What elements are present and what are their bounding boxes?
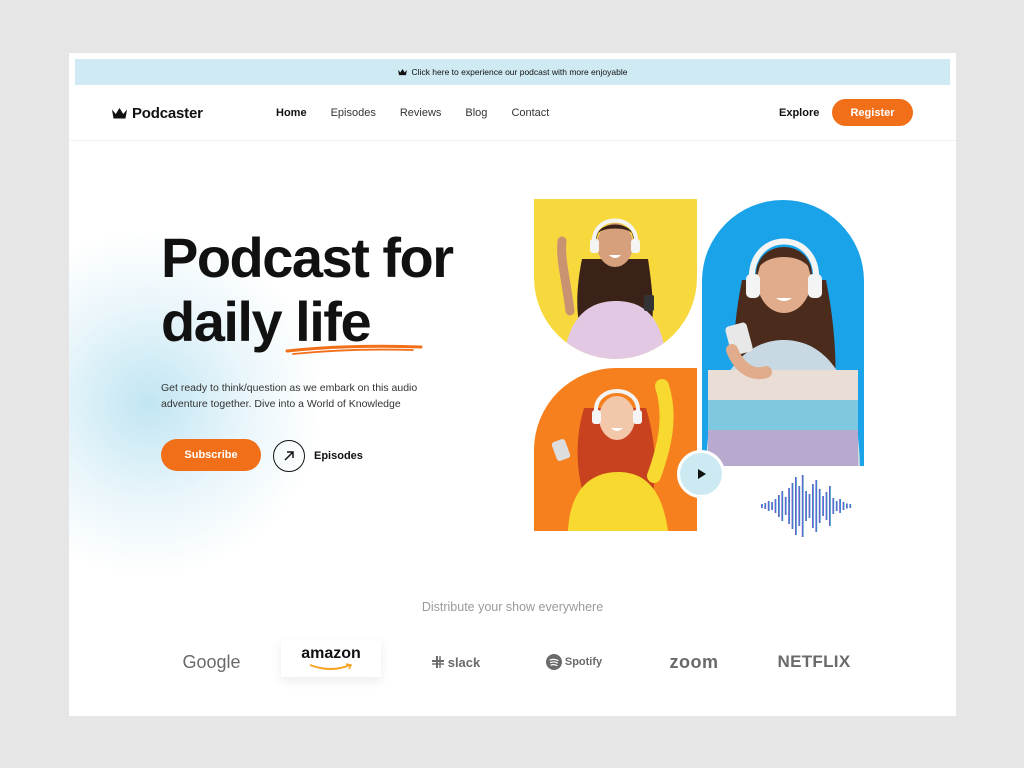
waveform-bar bbox=[818, 489, 821, 523]
waveform-bar bbox=[801, 475, 804, 537]
slack-icon bbox=[431, 656, 444, 668]
netflix-logo: NETFLIX bbox=[777, 652, 851, 671]
waveform-bar bbox=[829, 486, 831, 526]
waveform-bar bbox=[767, 501, 770, 511]
waveform-bar bbox=[805, 491, 807, 521]
headline-word-daily: daily bbox=[161, 290, 296, 353]
spotify-logo: Spotify bbox=[539, 647, 609, 677]
waveform-bar bbox=[784, 497, 787, 515]
waveform-bar bbox=[781, 491, 784, 521]
nav-item-blog[interactable]: Blog bbox=[465, 107, 487, 119]
arrow-up-right-icon bbox=[273, 440, 305, 472]
waveform-bar bbox=[849, 504, 852, 508]
distribute-title: Distribute your show everywhere bbox=[421, 600, 604, 614]
waveform-bar bbox=[822, 496, 824, 516]
waveform-bar bbox=[815, 480, 818, 532]
headline-line-1: Podcast for bbox=[161, 226, 454, 289]
podcast-listener-image-3 bbox=[702, 200, 864, 466]
announcement-bar[interactable]: Click here to experience our podcast wit… bbox=[75, 59, 950, 85]
slack-logo: slack bbox=[421, 647, 491, 677]
waveform-bar bbox=[774, 499, 777, 513]
waveform-bar bbox=[835, 501, 838, 511]
register-button[interactable]: Register bbox=[832, 99, 913, 126]
waveform-bar bbox=[771, 502, 773, 510]
hero-headline: Podcast for daily life bbox=[161, 226, 454, 354]
partner-logos: Google amazon slack Spotify zoom NETFLIX bbox=[69, 636, 956, 686]
slack-logo-text: slack bbox=[447, 654, 481, 670]
nav-item-episodes[interactable]: Episodes bbox=[331, 107, 376, 119]
nav-item-reviews[interactable]: Reviews bbox=[400, 107, 442, 119]
waveform-bar bbox=[832, 498, 835, 514]
hero-description: Get ready to think/question as we embark… bbox=[161, 382, 418, 410]
amazon-logo: amazon bbox=[281, 639, 381, 677]
waveform-bar bbox=[795, 477, 797, 535]
waveform-bar bbox=[798, 486, 801, 526]
spotify-logo-text: Spotify bbox=[564, 656, 603, 668]
waveform-bar bbox=[808, 494, 811, 518]
amazon-smile-icon bbox=[309, 663, 353, 670]
nav-item-home[interactable]: Home bbox=[276, 107, 307, 119]
waveform-bar bbox=[778, 495, 780, 517]
episodes-link-label: Episodes bbox=[314, 450, 363, 462]
waveform-bar bbox=[846, 503, 848, 509]
logo[interactable]: Podcaster bbox=[112, 105, 203, 122]
zoom-logo: zoom bbox=[669, 651, 719, 672]
waveform-bar bbox=[842, 502, 845, 510]
amazon-logo-text: amazon bbox=[301, 645, 361, 662]
page-frame: Click here to experience our podcast wit… bbox=[69, 53, 956, 716]
waveform-bar bbox=[825, 492, 828, 520]
podcast-listener-image-1 bbox=[534, 199, 697, 359]
google-logo: Google bbox=[182, 651, 241, 672]
waveform-bar bbox=[839, 499, 841, 513]
waveform-bar bbox=[812, 484, 814, 528]
waveform-bar bbox=[788, 488, 790, 524]
subscribe-button[interactable]: Subscribe bbox=[161, 439, 261, 471]
crown-icon bbox=[112, 107, 127, 118]
spotify-icon bbox=[545, 654, 562, 670]
top-navigation: Podcaster Home Episodes Reviews Blog Con… bbox=[69, 85, 956, 141]
main-menu: Home Episodes Reviews Blog Contact bbox=[276, 107, 549, 119]
brush-underline bbox=[285, 344, 423, 355]
episodes-link[interactable]: Episodes bbox=[273, 440, 363, 472]
nav-item-contact[interactable]: Contact bbox=[511, 107, 549, 119]
podcast-listener-image-2 bbox=[534, 368, 697, 531]
waveform-bar bbox=[764, 503, 767, 509]
waveform-bar bbox=[791, 483, 794, 529]
logo-text: Podcaster bbox=[132, 105, 203, 122]
explore-link[interactable]: Explore bbox=[779, 107, 819, 119]
crown-icon bbox=[397, 68, 407, 75]
announcement-text: Click here to experience our podcast wit… bbox=[411, 67, 628, 77]
waveform-bar bbox=[761, 504, 763, 508]
play-icon bbox=[698, 469, 706, 479]
audio-waveform bbox=[713, 475, 919, 537]
